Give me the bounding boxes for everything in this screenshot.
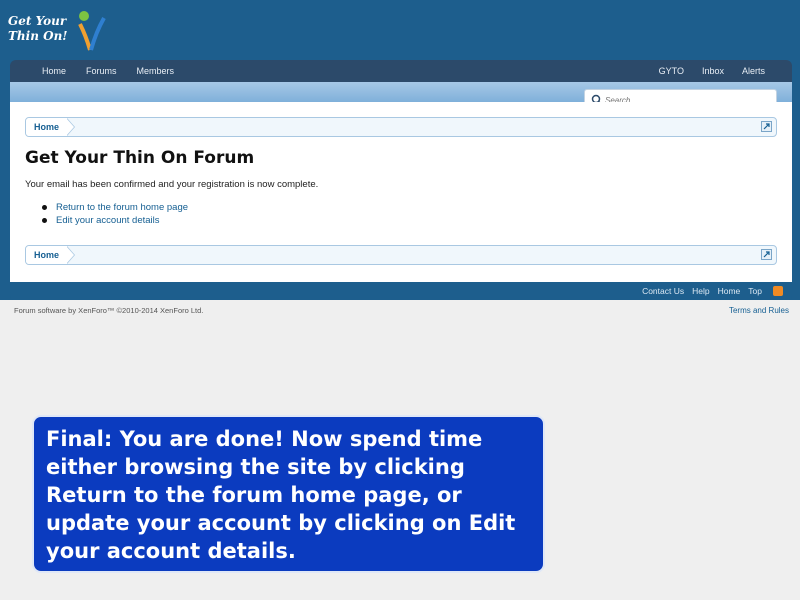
logo-figure-icon <box>78 11 106 51</box>
footer-contact-link[interactable]: Contact Us <box>638 286 688 296</box>
page-title: Get Your Thin On Forum <box>25 148 255 168</box>
nav-forums[interactable]: Forums <box>76 60 127 82</box>
breadcrumb-bottom: Home <box>25 245 777 265</box>
breadcrumb-top: Home <box>25 117 777 137</box>
footer-top-link[interactable]: Top <box>744 286 766 296</box>
nav-alerts[interactable]: Alerts <box>733 60 774 82</box>
copyright-text: Forum software by XenForo™ ©2010-2014 Xe… <box>14 306 204 315</box>
return-home-item: Return to the forum home page <box>40 201 188 214</box>
nav-left: Home Forums Members <box>32 60 184 82</box>
breadcrumb-arrow-inner <box>66 246 74 264</box>
edit-account-link[interactable]: Edit your account details <box>56 215 160 226</box>
breadcrumb-arrow-inner <box>66 118 74 136</box>
breadcrumb-home-bottom[interactable]: Home <box>26 246 68 264</box>
footer-bar: Contact Us Help Home Top <box>10 282 792 300</box>
terms-link[interactable]: Terms and Rules <box>729 306 789 315</box>
return-home-link[interactable]: Return to the forum home page <box>56 202 188 213</box>
main-content: Home Get Your Thin On Forum Your email h… <box>10 102 792 282</box>
rss-icon[interactable] <box>773 286 783 296</box>
bullet <box>42 218 47 223</box>
nav-members[interactable]: Members <box>127 60 185 82</box>
nav-right: GYTO Inbox Alerts <box>650 60 774 82</box>
site-logo[interactable]: Get Your Thin On! <box>8 8 108 54</box>
logo-text: Get Your Thin On! <box>8 14 68 43</box>
nav-home[interactable]: Home <box>32 60 76 82</box>
instruction-callout: Final: You are done! Now spend time eith… <box>32 415 545 573</box>
nav-inbox[interactable]: Inbox <box>693 60 733 82</box>
nav-gyto[interactable]: GYTO <box>650 60 693 82</box>
callout-text: Final: You are done! Now spend time eith… <box>46 427 516 563</box>
footer-links: Contact Us Help Home Top <box>638 282 766 300</box>
footer-home-link[interactable]: Home <box>714 286 745 296</box>
jump-to-page-icon[interactable] <box>761 249 772 260</box>
bullet <box>42 205 47 210</box>
next-steps-list: Return to the forum home page Edit your … <box>40 201 188 227</box>
edit-account-item: Edit your account details <box>40 214 188 227</box>
confirmation-message: Your email has been confirmed and your r… <box>25 179 319 190</box>
breadcrumb-home[interactable]: Home <box>26 118 68 136</box>
jump-to-page-icon[interactable] <box>761 121 772 132</box>
main-navbar: Home Forums Members GYTO Inbox Alerts <box>10 60 792 82</box>
footer-help-link[interactable]: Help <box>688 286 713 296</box>
